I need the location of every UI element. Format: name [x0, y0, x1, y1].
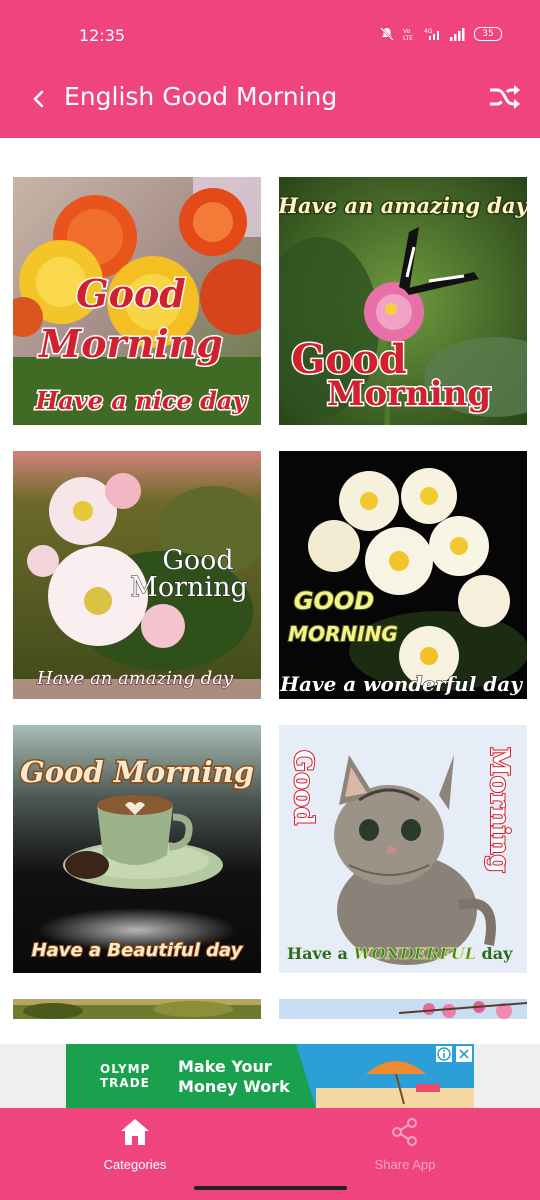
card-4-headline2: MORNING [288, 622, 398, 646]
gesture-home-indicator[interactable] [194, 1186, 347, 1190]
card-6-tagline-prefix: Have a [287, 944, 348, 963]
card-4-tagline: Have a wonderful day [279, 672, 523, 696]
page-title: English Good Morning [64, 82, 338, 111]
nav-item-categories[interactable]: Categories [0, 1108, 270, 1188]
back-arrow-icon [33, 90, 44, 108]
volte-icon: Vo LTE [403, 28, 413, 41]
card-6-tagline: Have a WONDERFUL day [287, 944, 513, 963]
image-grid: Good Morning Have a nice day Have an ama… [0, 138, 540, 1044]
nav-item-share-app[interactable]: Share App [270, 1108, 540, 1188]
ad-text-line1: Make Your [178, 1057, 272, 1076]
partial-image [279, 999, 527, 1019]
ad-info-icon[interactable] [436, 1046, 452, 1062]
4g-signal-icon: 4G [424, 28, 439, 40]
shuffle-button[interactable] [486, 82, 522, 112]
ad-brand-line2: TRADE [100, 1076, 150, 1090]
card-3-tagline: Have an amazing day [36, 668, 234, 689]
blossom-image: Good Morning Have an amazing day [13, 451, 261, 699]
svg-text:4G: 4G [424, 28, 433, 35]
card-1-headline: Good [76, 271, 186, 316]
home-icon [121, 1119, 149, 1145]
image-card-7[interactable] [13, 999, 261, 1019]
signal-icon [450, 28, 465, 41]
card-2-headline2: Morning [327, 374, 491, 414]
status-time: 12:35 [79, 26, 126, 45]
ad-text: Make Your Money Work [178, 1057, 290, 1097]
kitten-image: Good Morning Have a WONDERFUL day [279, 725, 527, 973]
status-bar: 12:35 Vo LTE 4G 35 [0, 0, 540, 70]
card-3-headline2: Morning [130, 572, 248, 603]
card-1-headline2: Morning [37, 321, 223, 366]
card-6-headline-left: Good [288, 750, 318, 825]
card-6-tagline-suffix: day [482, 944, 514, 963]
card-6-tagline-bold: WONDERFUL [353, 944, 475, 963]
mute-icon [380, 27, 394, 41]
image-card-1[interactable]: Good Morning Have a nice day [13, 177, 261, 425]
card-4-headline: GOOD [294, 587, 374, 615]
image-card-2[interactable]: Have an amazing day Good Morning [279, 177, 527, 425]
image-card-5[interactable]: Good Morning Have a Beautiful day [13, 725, 261, 973]
image-card-8[interactable] [279, 999, 527, 1019]
ad-text-line2: Money Work [178, 1077, 290, 1096]
partial-image [13, 999, 261, 1019]
card-2-tagline: Have an amazing day [279, 193, 527, 218]
svg-text:LTE: LTE [403, 35, 413, 41]
ad-close-icon[interactable] [456, 1046, 472, 1062]
status-icons: Vo LTE 4G 35 [380, 27, 502, 41]
plumeria-image: GOOD MORNING Have a wonderful day [279, 451, 527, 699]
nav-label-share-app: Share App [374, 1157, 436, 1172]
svg-text:Vo: Vo [403, 28, 411, 35]
card-5-tagline: Have a Beautiful day [32, 940, 244, 961]
coffee-image: Good Morning Have a Beautiful day [13, 725, 261, 973]
nav-label-categories: Categories [103, 1157, 167, 1172]
card-1-tagline: Have a nice day [35, 386, 249, 415]
image-card-4[interactable]: GOOD MORNING Have a wonderful day [279, 451, 527, 699]
dahlia-image: Good Morning Have a nice day [13, 177, 261, 425]
image-card-3[interactable]: Good Morning Have an amazing day [13, 451, 261, 699]
ad-banner[interactable]: OLYMP TRADE Make Your Money Work [66, 1044, 474, 1108]
butterfly-image: Have an amazing day Good Morning [279, 177, 527, 425]
card-5-headline: Good Morning [20, 755, 254, 789]
battery-icon: 35 [474, 27, 502, 41]
ad-container: OLYMP TRADE Make Your Money Work [0, 1044, 540, 1108]
back-button[interactable] [26, 86, 54, 114]
card-6-headline-right: Morning [484, 747, 514, 873]
share-icon [392, 1118, 417, 1146]
ad-brand-line1: OLYMP [100, 1062, 151, 1076]
shuffle-icon [490, 85, 520, 109]
ad-brand: OLYMP TRADE [100, 1062, 150, 1090]
app-bar: English Good Morning [0, 70, 540, 138]
image-card-6[interactable]: Good Morning Have a WONDERFUL day [279, 725, 527, 973]
